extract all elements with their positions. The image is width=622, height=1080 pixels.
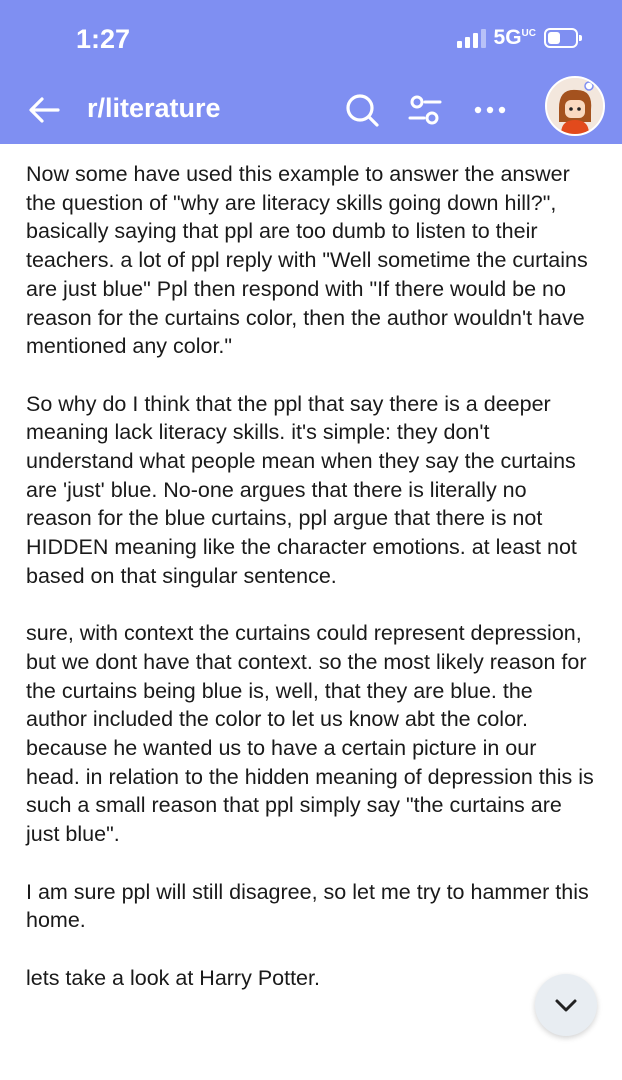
post-paragraph: sure, with context the curtains could re… bbox=[26, 621, 594, 847]
network-label: 5GUC bbox=[493, 26, 536, 49]
subreddit-title[interactable]: r/literature bbox=[87, 93, 221, 124]
back-arrow-icon[interactable] bbox=[24, 90, 64, 130]
post-paragraph: Now some have used this example to answe… bbox=[26, 162, 588, 359]
more-icon[interactable] bbox=[470, 90, 510, 130]
signal-icon bbox=[456, 28, 486, 48]
filter-icon[interactable] bbox=[405, 90, 445, 130]
scroll-down-button[interactable] bbox=[535, 974, 597, 1036]
battery-icon bbox=[544, 28, 582, 48]
avatar[interactable] bbox=[545, 76, 605, 136]
post-paragraph: So why do I think that the ppl that say … bbox=[26, 391, 577, 588]
app-header: 1:27 5GUC r/literature bbox=[0, 0, 622, 144]
chevron-down-icon bbox=[555, 999, 577, 1012]
post-paragraph: lets take a look at Harry Potter. bbox=[26, 965, 320, 990]
post-paragraph: I am sure ppl will still disagree, so le… bbox=[26, 879, 589, 933]
status-indicators: 5GUC bbox=[456, 26, 582, 50]
search-icon[interactable] bbox=[342, 90, 382, 130]
status-time: 1:27 bbox=[76, 24, 131, 54]
post-body: Now some have used this example to answe… bbox=[26, 160, 596, 1021]
avatar-illustration bbox=[547, 78, 603, 134]
